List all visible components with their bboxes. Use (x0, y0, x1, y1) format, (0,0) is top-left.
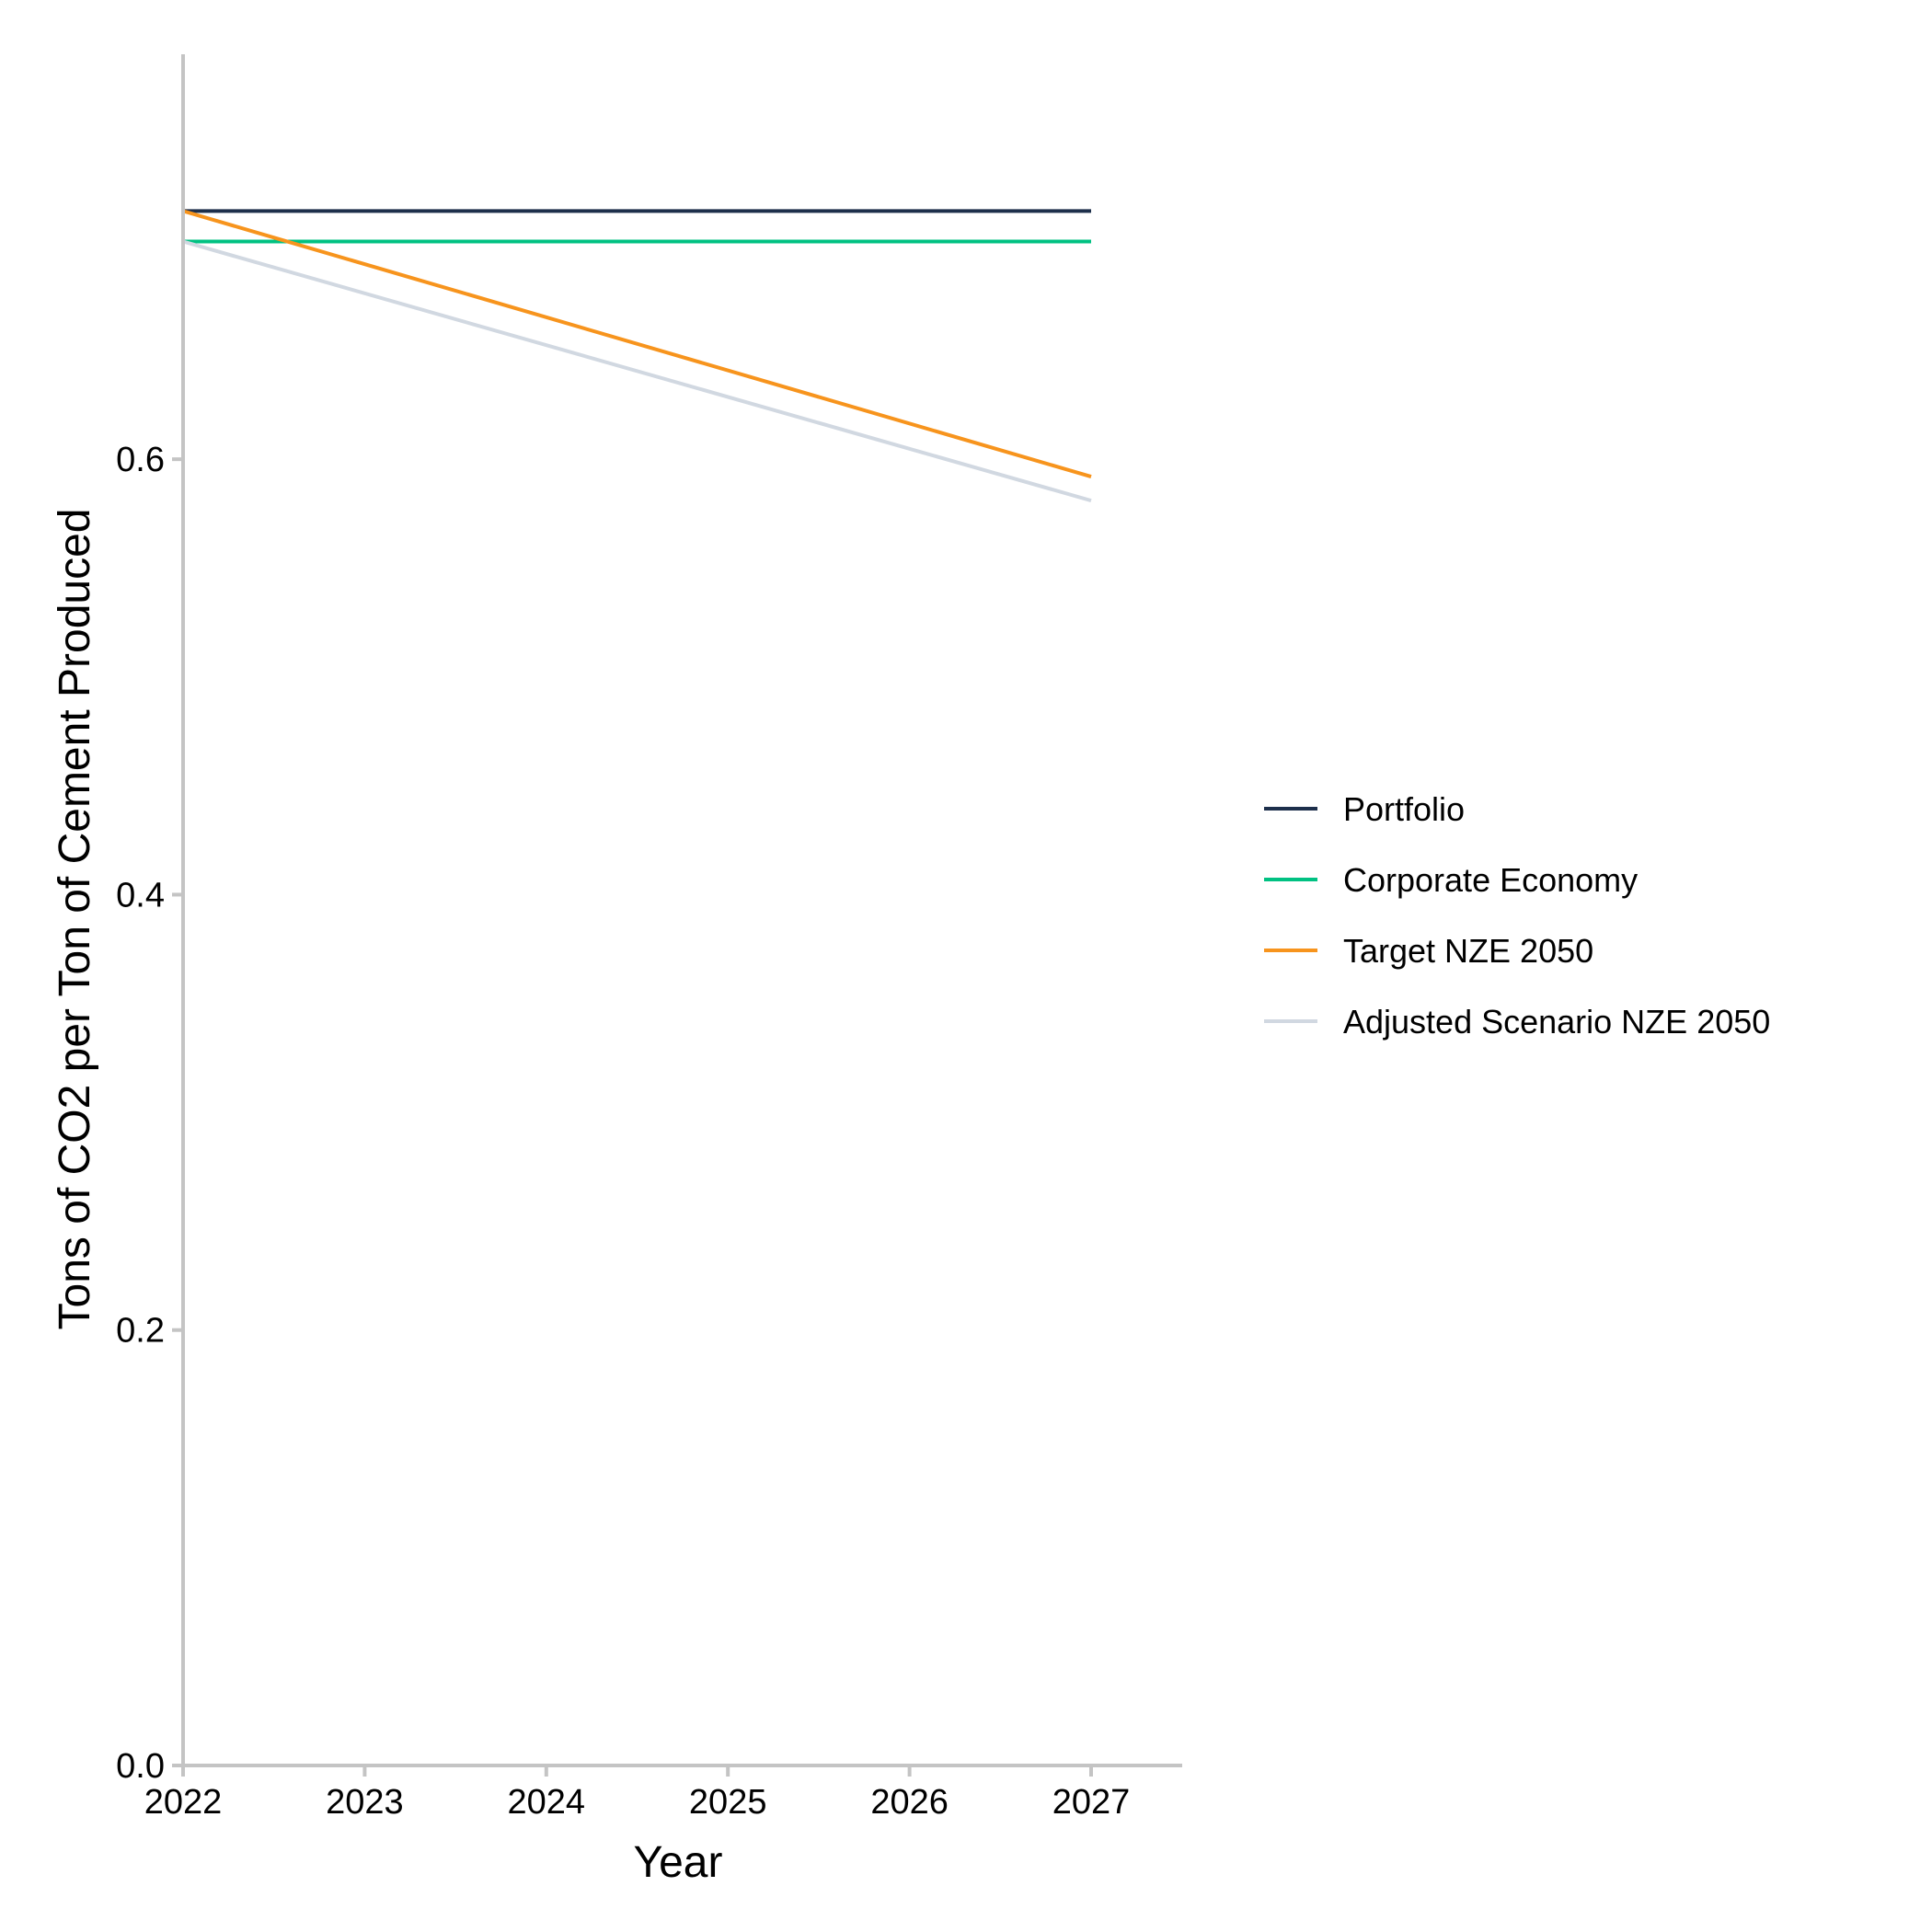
legend-label: Adjusted Scenario NZE 2050 (1343, 1003, 1770, 1041)
y-tick-label: 0.2 (116, 1312, 165, 1351)
x-tick-label: 2023 (326, 1783, 404, 1822)
legend-item: Target NZE 2050 (1264, 932, 1593, 970)
series-line-adjusted-scenario-nze-2050 (182, 239, 1092, 503)
y-tick-label: 0.0 (116, 1747, 165, 1786)
x-tick-label: 2025 (689, 1783, 767, 1822)
y-axis-ticks: 0.0 0.2 0.4 0.6 (116, 441, 183, 1786)
legend-item: Adjusted Scenario NZE 2050 (1264, 1003, 1770, 1041)
x-tick-label: 2026 (870, 1783, 949, 1822)
y-tick-label: 0.4 (116, 876, 165, 914)
legend: Portfolio Corporate Economy Target NZE 205… (1264, 790, 1770, 1041)
x-axis-title: Year (634, 1838, 723, 1887)
x-tick-label: 2027 (1052, 1783, 1131, 1822)
legend-item: Corporate Economy (1264, 861, 1638, 899)
legend-label: Corporate Economy (1343, 861, 1638, 899)
x-axis-ticks: 2022 2023 2024 2025 2026 2027 (144, 1765, 1131, 1822)
legend-label: Portfolio (1343, 790, 1465, 828)
line-chart: 2022 2023 2024 2025 2026 2027 0.0 0.2 0.4 0.6 Ye… (51, 54, 1770, 1887)
series-line-target-nze-2050 (182, 209, 1092, 479)
series-layer (182, 209, 1092, 503)
x-tick-label: 2024 (508, 1783, 586, 1822)
legend-item: Portfolio (1264, 790, 1465, 828)
y-axis-title: Tons of CO2 per Ton of Cement Produced (51, 509, 99, 1330)
legend-label: Target NZE 2050 (1343, 932, 1593, 970)
y-tick-label: 0.6 (116, 441, 165, 479)
x-tick-label: 2022 (144, 1783, 223, 1822)
